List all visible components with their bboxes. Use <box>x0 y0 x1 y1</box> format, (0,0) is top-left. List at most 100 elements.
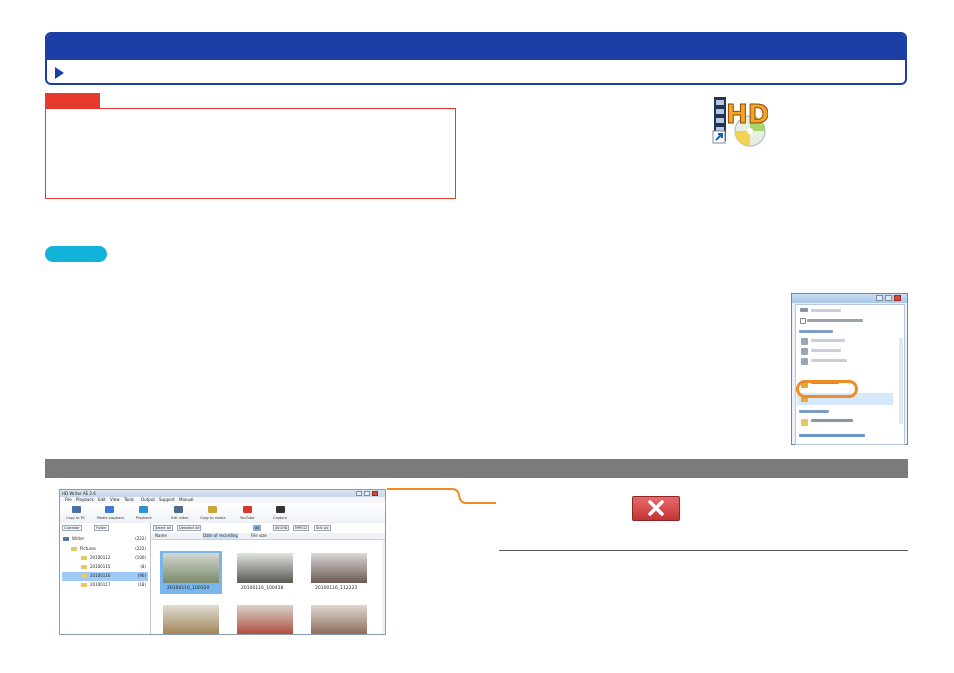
dialog-close-button[interactable] <box>894 295 901 301</box>
window-title-bar: HD Writer AE 2.6 <box>60 490 385 497</box>
edit-video-label[interactable]: Edit video <box>171 516 188 520</box>
tab-calendar[interactable]: Calendar <box>62 525 82 531</box>
autoplay-dialog <box>791 293 908 445</box>
hd-writer-window: HD Writer AE 2.6 File Playback Edit View… <box>59 489 386 635</box>
window-close-button[interactable] <box>372 491 378 496</box>
drive-icon <box>800 308 808 312</box>
option-icon <box>801 358 808 365</box>
autoplay-title-bar <box>792 294 907 303</box>
playback-icon[interactable] <box>139 506 148 513</box>
option-label <box>811 359 847 362</box>
thumbnail-label: 20100116_100438 <box>241 586 284 591</box>
camera-icon[interactable] <box>276 506 285 513</box>
col-size[interactable]: File size <box>251 533 267 539</box>
folder-icon <box>81 574 87 578</box>
tree-item-folder[interactable]: 20100115 (8) <box>62 563 148 572</box>
divider-line <box>499 550 908 551</box>
minimize-button[interactable] <box>356 491 362 496</box>
capture-label[interactable]: Capture <box>273 516 287 520</box>
thumbnail-image[interactable] <box>311 605 367 634</box>
copy-to-pc-label[interactable]: Copy to PC <box>66 516 85 520</box>
section-header-box <box>45 32 907 85</box>
option-label <box>811 339 845 342</box>
notice-tab <box>45 93 100 108</box>
autoplay-body <box>795 304 905 445</box>
copy-to-media-label[interactable]: Copy to media <box>200 516 226 520</box>
option-icon <box>801 348 808 355</box>
close-button-illustration[interactable] <box>632 496 680 521</box>
col-date[interactable]: Date of recording <box>203 533 238 539</box>
tree-label: Writer <box>72 536 85 541</box>
copy-to-pc-icon[interactable] <box>72 506 81 513</box>
folder-icon <box>81 583 87 587</box>
tree-label: 20100115 <box>90 564 111 569</box>
dialog-scrollbar[interactable] <box>899 338 903 424</box>
thumbnail-image[interactable] <box>163 605 219 634</box>
minimize-button[interactable] <box>876 295 883 301</box>
tab-folder[interactable]: Folder <box>94 525 109 531</box>
thumbnail-label: 20100116_112223 <box>315 586 358 591</box>
tree-label: 20100112 <box>90 555 111 560</box>
youtube-icon[interactable] <box>243 506 252 513</box>
section-bar <box>45 459 908 478</box>
folder-icon <box>81 556 87 560</box>
close-x-icon <box>648 500 664 516</box>
open-folder-label[interactable] <box>811 419 853 422</box>
filter-still[interactable]: Still pic <box>314 525 331 531</box>
tree-label: Pictures <box>80 546 96 551</box>
folder-icon <box>81 565 87 569</box>
tree-count: (100) <box>135 555 146 560</box>
media-playback-label[interactable]: Media playback <box>97 516 124 520</box>
drive-icon <box>63 537 69 541</box>
tree-item-folder[interactable]: 20100112 (100) <box>62 554 148 563</box>
edit-video-icon[interactable] <box>174 506 183 513</box>
always-do-label <box>807 319 863 322</box>
tree-item-pictures[interactable]: Pictures (222) <box>62 545 148 554</box>
tree-item-writer[interactable]: Writer (222) <box>62 535 148 544</box>
copy-to-media-icon[interactable] <box>208 506 217 513</box>
thumbnail-image[interactable] <box>237 553 293 583</box>
general-options-heading <box>799 410 829 413</box>
svg-text:HD: HD <box>726 100 768 130</box>
pane-scrollbar[interactable] <box>382 540 385 634</box>
select-all-button[interactable]: Select all <box>153 525 173 531</box>
folder-icon <box>71 547 77 551</box>
always-checkbox[interactable] <box>800 318 806 324</box>
autoplay-defaults-link[interactable] <box>799 434 865 437</box>
filter-all[interactable]: All <box>253 525 262 531</box>
maximize-button[interactable] <box>885 295 892 301</box>
section-header-band <box>47 34 905 60</box>
toolbar: Copy to PC Media playback Playback Edit … <box>60 503 385 524</box>
option-icon <box>801 338 808 345</box>
tip-pill <box>45 246 107 262</box>
thumbnail-image[interactable] <box>237 605 293 634</box>
tree-item-folder[interactable]: 20100117 (18) <box>62 581 148 590</box>
option-label <box>811 349 841 352</box>
tree-count: (8) <box>140 564 146 569</box>
filter-mpeg2[interactable]: MPEG2 <box>293 525 310 531</box>
tree-label: 20100116 <box>90 573 111 578</box>
triangle-right-icon <box>55 67 64 79</box>
tree-item-folder-selected[interactable]: 20100116 (96) <box>62 572 148 581</box>
folder-icon <box>801 419 808 426</box>
filter-avchd[interactable]: AVCHD <box>273 525 290 531</box>
tree-count: (96) <box>137 573 146 578</box>
tree-count: (222) <box>135 546 146 551</box>
folder-tree-pane: Calendar Folder Writer (222) Pictures (2… <box>60 523 151 634</box>
hd-writer-ae-icon[interactable]: HD <box>712 93 768 147</box>
drive-label <box>811 309 841 312</box>
playback-label[interactable]: Playback <box>136 516 152 520</box>
callout-connector <box>387 488 496 504</box>
thumbnail-image[interactable] <box>163 553 219 583</box>
pictures-options-heading <box>799 330 833 333</box>
highlight-ring <box>796 380 858 398</box>
tree-count: (222) <box>135 536 146 541</box>
thumbnail-image[interactable] <box>311 553 367 583</box>
column-header: Name Date of recording File size <box>151 533 385 540</box>
deselect-all-button[interactable]: Deselect all <box>177 525 202 531</box>
media-playback-icon[interactable] <box>105 506 114 513</box>
youtube-label[interactable]: YouTube <box>240 516 254 520</box>
thumbnail-label: 20100116_100320 <box>167 586 210 591</box>
maximize-button[interactable] <box>364 491 370 496</box>
col-name[interactable]: Name <box>155 533 167 539</box>
